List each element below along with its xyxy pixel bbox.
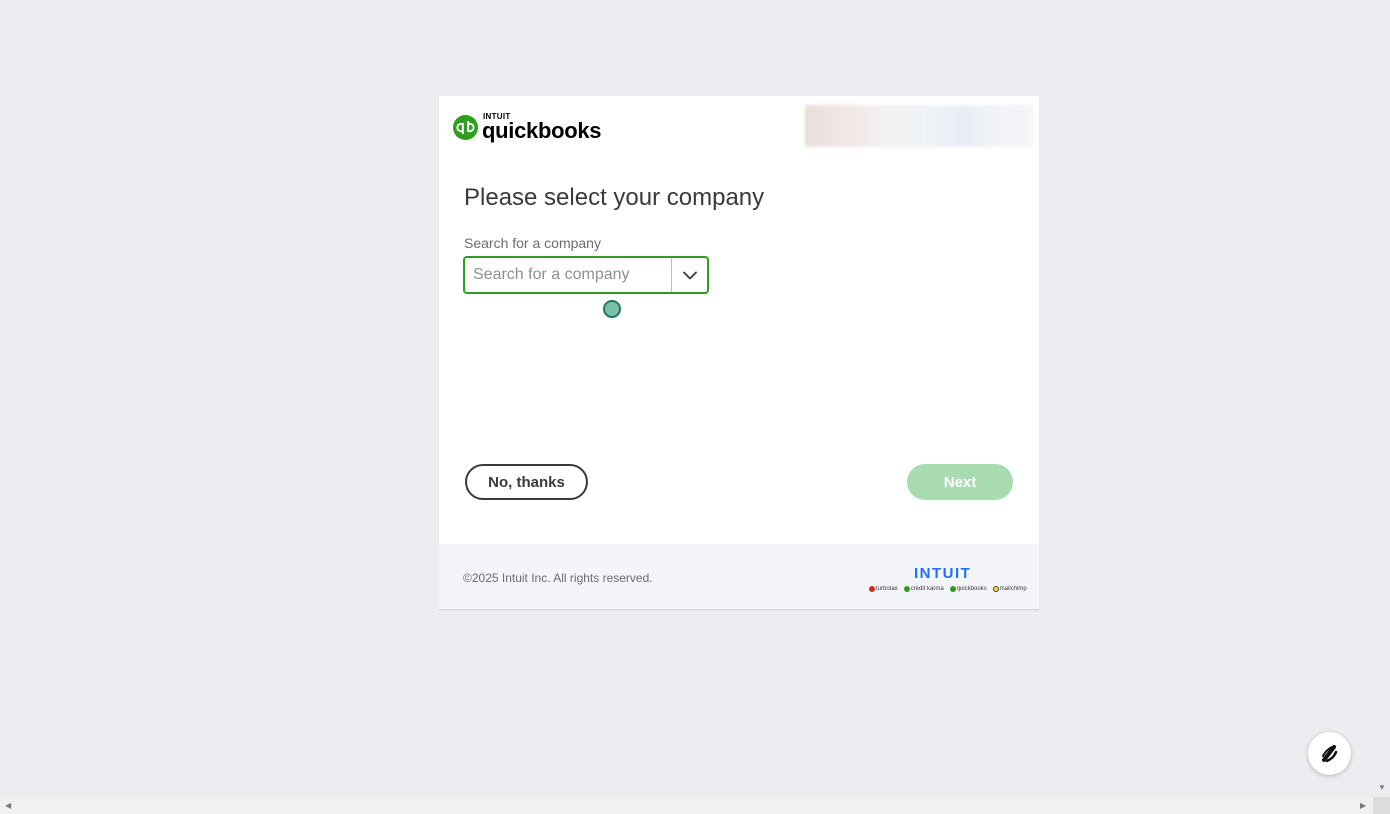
quickbooks-family-label: quickbooks: [956, 586, 987, 592]
assistant-button[interactable]: [1308, 732, 1351, 775]
turbotax-label: turbotax: [876, 586, 898, 592]
mouse-cursor-indicator: [603, 300, 621, 318]
mailchimp-label: mailchimp: [999, 586, 1027, 592]
intuit-family-logos: turbotax credit karma quickbooks mailchi…: [869, 586, 1027, 592]
mailchimp-icon: [992, 586, 999, 592]
turbotax-logo: turbotax: [869, 586, 898, 592]
page-title: Please select your company: [464, 184, 765, 211]
blurred-account-info: [805, 105, 1033, 147]
company-search-input[interactable]: [465, 258, 671, 292]
qb-icon: [453, 115, 478, 140]
card-footer: ©2025 Intuit Inc. All rights reserved. I…: [439, 544, 1039, 610]
credit-karma-label: credit karma: [910, 586, 944, 592]
quickbooks-logo: INTUIT quickbooks: [453, 113, 602, 143]
company-select-card: INTUIT quickbooks Please select your com…: [439, 96, 1039, 610]
quickbooks-small-icon: [949, 586, 956, 592]
next-button[interactable]: Next: [907, 464, 1013, 500]
quickbooks-family-logo: quickbooks: [949, 586, 987, 592]
scroll-left-icon[interactable]: ◀: [5, 801, 11, 810]
company-dropdown-toggle[interactable]: [671, 258, 707, 292]
scroll-down-icon[interactable]: ▼: [1378, 783, 1386, 792]
no-thanks-button[interactable]: No, thanks: [465, 464, 588, 500]
intuit-wordmark: INTUIT: [914, 565, 972, 582]
mailchimp-logo: mailchimp: [992, 586, 1027, 592]
scrollbar-corner: [1373, 797, 1390, 814]
card-header: INTUIT quickbooks: [439, 96, 1039, 158]
credit-karma-icon: [903, 586, 910, 592]
credit-karma-logo: credit karma: [903, 586, 944, 592]
brand-wordmark: INTUIT quickbooks: [482, 113, 602, 143]
company-search-combobox[interactable]: [463, 256, 709, 294]
assistant-icon: [1321, 744, 1337, 762]
company-search-label: Search for a company: [464, 235, 601, 251]
copyright-text: ©2025 Intuit Inc. All rights reserved.: [463, 571, 653, 585]
scroll-right-icon[interactable]: ▶: [1360, 801, 1366, 810]
chevron-down-icon: [682, 271, 697, 279]
horizontal-scrollbar[interactable]: ◀ ▶: [0, 797, 1373, 814]
brand-name: quickbooks: [482, 118, 602, 143]
turbotax-icon: [869, 586, 875, 592]
page-viewport: INTUIT quickbooks Please select your com…: [0, 0, 1390, 814]
